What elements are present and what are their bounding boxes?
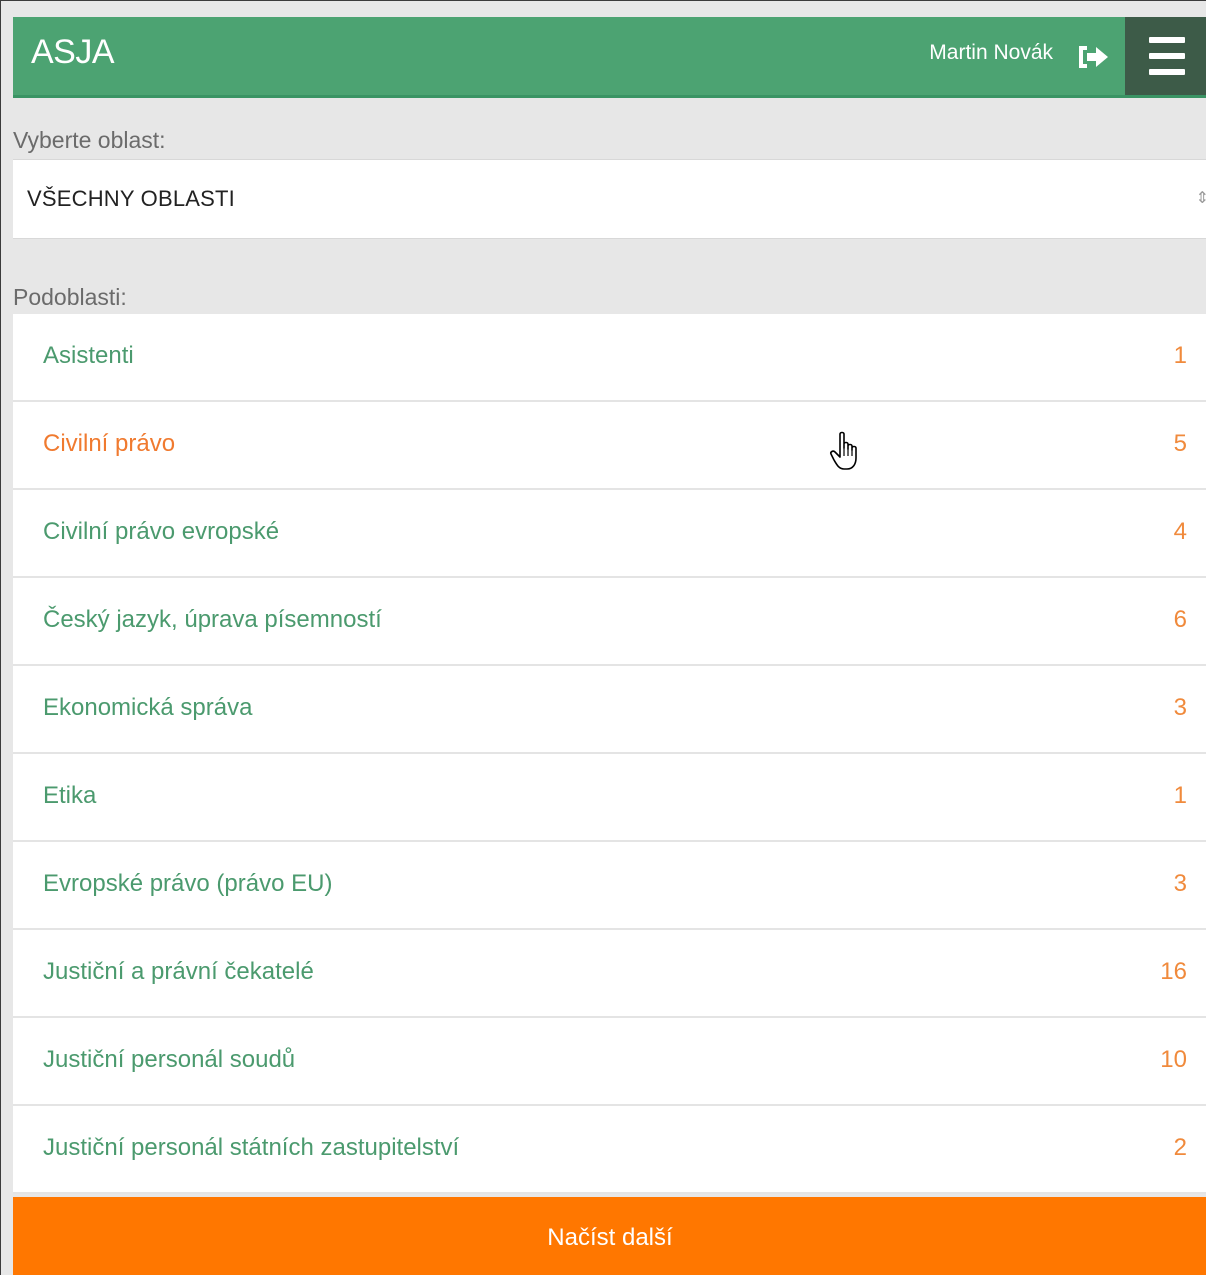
subarea-item-cesky-jazyk[interactable]: Český jazyk, úprava písemností 6	[13, 578, 1206, 666]
hamburger-menu-icon	[1149, 37, 1185, 43]
top-navbar: ASJA Martin Novák	[13, 17, 1206, 98]
area-select-label: Vyberte oblast:	[13, 127, 166, 153]
logout-icon[interactable]	[1075, 42, 1111, 72]
subarea-item-justicni-personal-statnich-zastupitelstvi[interactable]: Justiční personál státních zastupitelstv…	[13, 1106, 1206, 1194]
subarea-count: 3	[1173, 870, 1187, 897]
subarea-item-asistenti[interactable]: Asistenti 1	[13, 314, 1206, 402]
area-select[interactable]: VŠECHNY OBLASTI ⇕	[13, 159, 1206, 239]
area-select-value: VŠECHNY OBLASTI	[27, 186, 235, 211]
subarea-name: Evropské právo (právo EU)	[43, 870, 333, 897]
user-name[interactable]: Martin Novák	[929, 41, 1053, 65]
subarea-name: Civilní právo evropské	[43, 518, 280, 545]
subarea-list: Asistenti 1 Civilní právo 5 Civilní práv…	[13, 314, 1206, 1194]
subarea-count: 3	[1173, 694, 1187, 721]
subarea-item-evropske-pravo[interactable]: Evropské právo (právo EU) 3	[13, 842, 1206, 930]
subarea-item-justicni-personal-soudu[interactable]: Justiční personál soudů 10	[13, 1018, 1206, 1106]
app-frame: ASJA Martin Novák Vyberte oblast: VŠECHN…	[0, 0, 1206, 1275]
logout-icon-graphic	[1079, 46, 1108, 68]
subarea-item-etika[interactable]: Etika 1	[13, 754, 1206, 842]
subarea-item-ekonomicka-sprava[interactable]: Ekonomická správa 3	[13, 666, 1206, 754]
subarea-name: Civilní právo	[43, 430, 176, 457]
subarea-name: Justiční a právní čekatelé	[43, 958, 314, 985]
subarea-name: Etika	[43, 782, 97, 809]
subarea-name: Ekonomická správa	[43, 694, 253, 721]
hamburger-menu-icon-bar	[1149, 69, 1185, 75]
subareas-label: Podoblasti:	[13, 284, 127, 310]
subarea-count: 1	[1173, 782, 1187, 809]
subarea-item-civilni-pravo-evropske[interactable]: Civilní právo evropské 4	[13, 490, 1206, 578]
subarea-count: 6	[1173, 606, 1187, 633]
subarea-count: 5	[1173, 430, 1187, 457]
subarea-name: Justiční personál soudů	[43, 1046, 296, 1073]
subarea-name: Justiční personál státních zastupitelstv…	[43, 1134, 460, 1161]
subarea-item-justicni-a-pravni-cekatele[interactable]: Justiční a právní čekatelé 16	[13, 930, 1206, 1018]
select-arrows-icon: ⇕	[1196, 188, 1206, 208]
load-more-button[interactable]: Načíst další	[13, 1197, 1206, 1275]
subarea-name: Asistenti	[43, 342, 134, 369]
subarea-count: 1	[1173, 342, 1187, 369]
subarea-count: 16	[1160, 958, 1187, 985]
subarea-name: Český jazyk, úprava písemností	[43, 606, 382, 633]
subarea-count: 2	[1173, 1134, 1187, 1161]
subarea-item-civilni-pravo[interactable]: Civilní právo 5	[13, 402, 1206, 490]
subarea-count: 4	[1173, 518, 1187, 545]
brand-logo[interactable]: ASJA	[31, 33, 115, 72]
subarea-count: 10	[1160, 1046, 1187, 1073]
hamburger-menu-button[interactable]	[1125, 17, 1206, 95]
hamburger-menu-icon-bar	[1149, 53, 1185, 59]
